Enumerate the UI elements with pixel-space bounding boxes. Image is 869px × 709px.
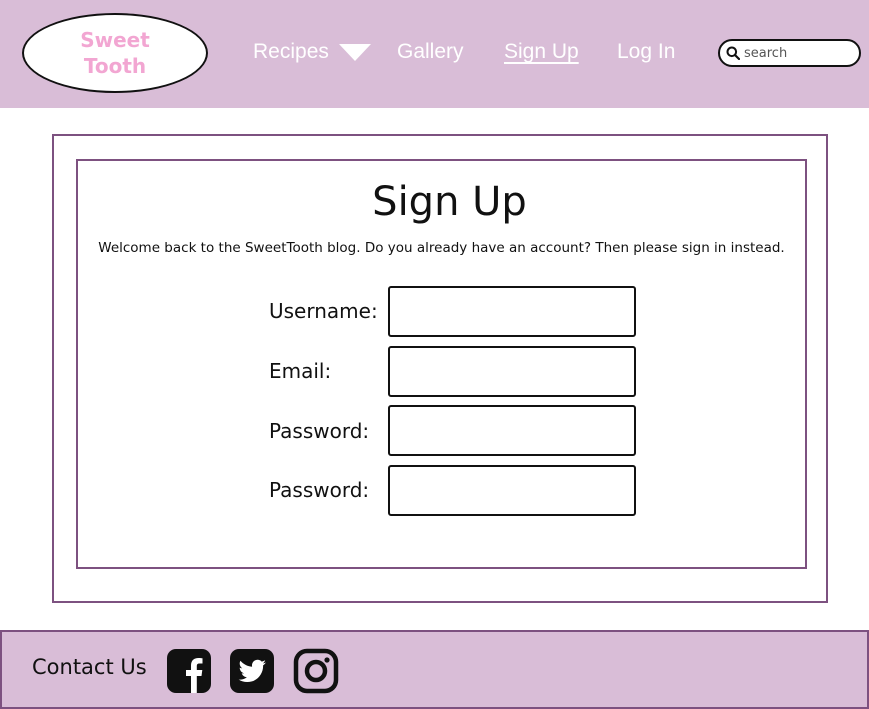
- nav-gallery[interactable]: Gallery: [397, 38, 464, 66]
- username-label: Username:: [269, 299, 378, 323]
- nav-recipes[interactable]: Recipes: [253, 38, 329, 66]
- twitter-icon[interactable]: [229, 648, 275, 694]
- email-label: Email:: [269, 359, 332, 383]
- contact-us-link[interactable]: Contact Us: [32, 653, 147, 681]
- nav-log-in[interactable]: Log In: [617, 38, 675, 66]
- instagram-icon[interactable]: [293, 648, 339, 694]
- site-header: Sweet Tooth Recipes Gallery Sign Up Log …: [0, 0, 869, 108]
- search-input[interactable]: [744, 45, 854, 61]
- page-subtitle: Welcome back to the SweetTooth blog. Do …: [98, 240, 785, 256]
- facebook-icon[interactable]: [166, 648, 212, 694]
- search-icon: [726, 46, 740, 60]
- logo-line-2: Tooth: [83, 54, 147, 78]
- site-logo[interactable]: Sweet Tooth: [22, 13, 208, 93]
- logo-line-1: Sweet: [80, 28, 150, 52]
- username-field[interactable]: [388, 286, 636, 337]
- confirm-password-field[interactable]: [388, 465, 636, 516]
- search-box[interactable]: [718, 39, 861, 67]
- page-title: Sign Up: [372, 179, 527, 225]
- email-field[interactable]: [388, 346, 636, 397]
- confirm-password-label: Password:: [269, 478, 370, 502]
- password-label: Password:: [269, 419, 370, 443]
- password-field[interactable]: [388, 405, 636, 456]
- nav-sign-up[interactable]: Sign Up: [504, 38, 579, 66]
- chevron-down-icon[interactable]: [339, 44, 371, 61]
